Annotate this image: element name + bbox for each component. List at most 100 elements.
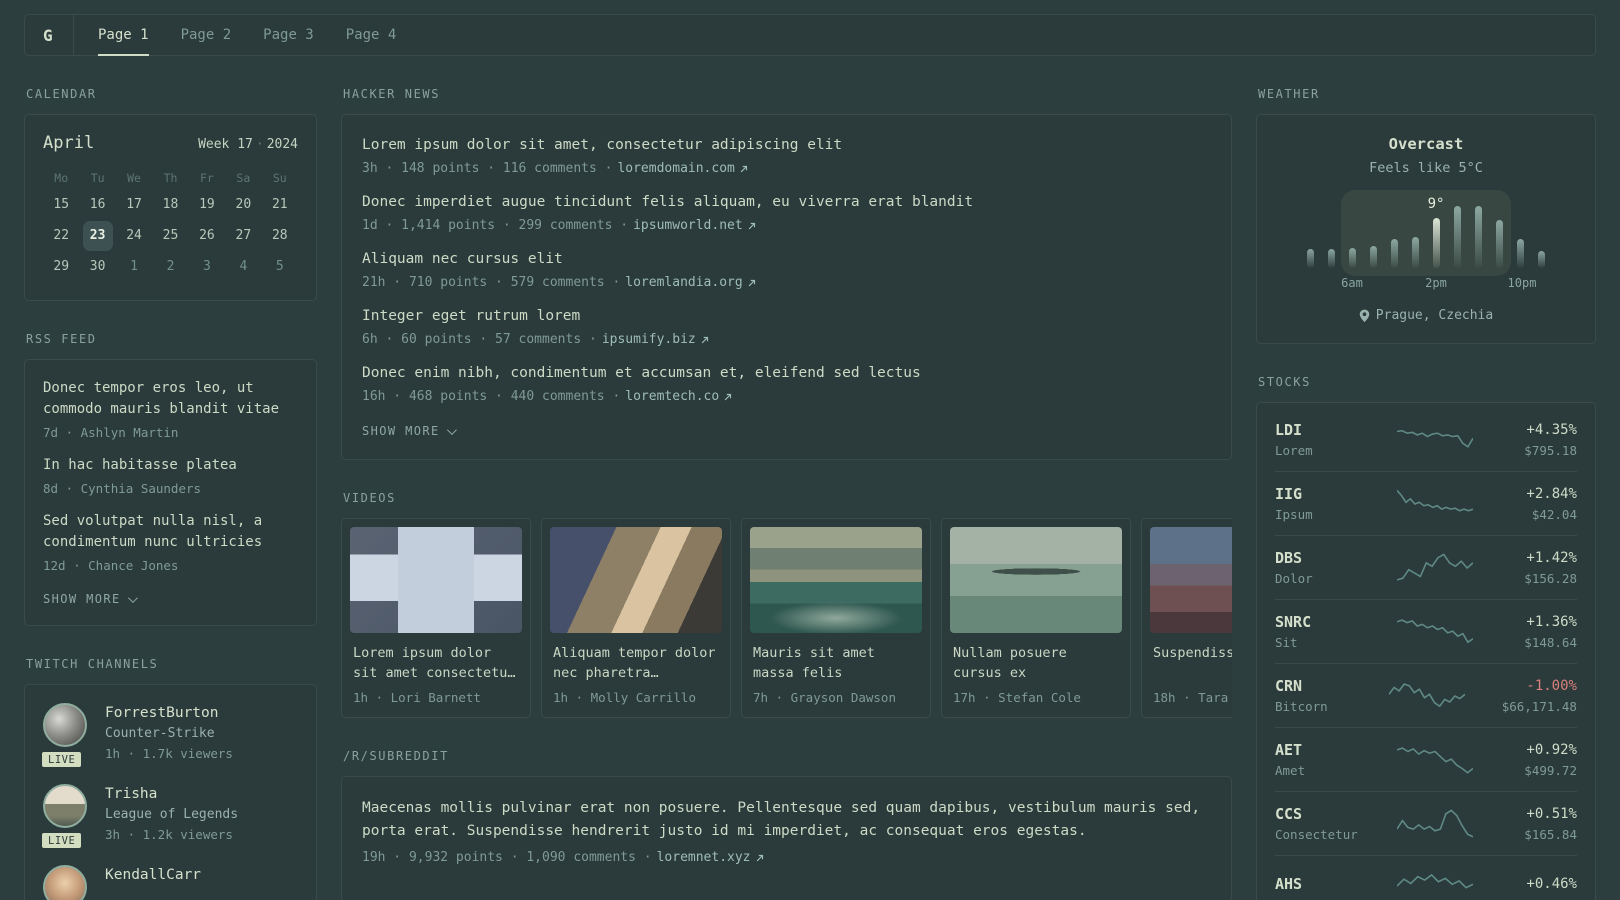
hackernews-item-link[interactable]: ipsumify.biz [602,331,710,348]
video-card[interactable]: Mauris sit amet massa felis 7h · Grayson… [741,518,931,718]
rss-show-more-button[interactable]: SHOW MORE [43,592,138,606]
calendar-day[interactable]: 1 [116,251,152,282]
video-title[interactable]: Aliquam tempor dolor nec pharetra… [553,643,719,683]
calendar-day[interactable]: 17 [116,189,152,220]
video-card[interactable]: Nullam posuere cursus ex 17h · Stefan Co… [941,518,1131,718]
calendar-day[interactable]: 25 [152,220,188,251]
calendar-day[interactable]: 30 [79,251,115,282]
hackernews-item-title[interactable]: Lorem ipsum dolor sit amet, consectetur … [362,135,1211,156]
twitch-channel-row[interactable]: KendallCarr [43,865,298,900]
twitch-channel-row[interactable]: LIVE Trisha League of Legends 3h · 1.2k … [40,784,298,850]
left-column: CALENDAR April Week 17 · 2024 Mo Tu We Th Fr Sa… [24,56,317,900]
hackernews-item-link[interactable]: loremlandia.org [625,274,756,291]
video-title[interactable]: Lorem ipsum dolor sit amet consectetu… [353,643,519,683]
video-card[interactable]: Suspendisse diam 18h · Tara [1141,518,1232,718]
stock-ticker[interactable]: CRN [1275,677,1371,695]
video-thumbnail[interactable] [950,527,1122,633]
hackernews-item-link[interactable]: loremtech.co [625,388,733,405]
weather-location-row[interactable]: Prague, Czechia [1277,308,1575,323]
nav-tab-label: Page 3 [263,27,314,43]
stock-ticker[interactable]: AET [1275,741,1371,759]
stock-change: +1.42% [1526,550,1577,566]
stock-ticker[interactable]: SNRC [1275,613,1371,631]
live-badge: LIVE [40,831,84,850]
hackernews-item-domain: ipsumworld.net [633,218,743,233]
calendar-day[interactable]: 5 [262,251,298,282]
subreddit-post-link[interactable]: loremnet.xyz [657,849,765,866]
chevron-down-icon [446,424,457,435]
calendar-weekday: Sa [236,171,251,185]
calendar-day[interactable]: 27 [225,220,261,251]
calendar-day[interactable]: 24 [116,220,152,251]
stock-name: Bitcorn [1275,699,1328,714]
video-thumbnail[interactable] [750,527,922,633]
rss-item-title[interactable]: In hac habitasse platea [43,455,298,476]
stock-ticker[interactable]: IIG [1275,485,1371,503]
external-link-icon [701,336,708,343]
stocks-section-title: STOCKS [1258,375,1311,389]
stock-change: +1.36% [1526,614,1577,630]
hackernews-show-more-button[interactable]: SHOW MORE [362,424,457,438]
temp-bar [1454,206,1461,268]
twitch-channel-info: Trisha League of Legends 3h · 1.2k viewe… [105,784,238,843]
calendar-day[interactable]: 15 [43,189,79,220]
calendar-day[interactable]: 3 [189,251,225,282]
calendar-day[interactable]: 18 [152,189,188,220]
calendar-day[interactable]: 2 [152,251,188,282]
weather-hour-label: 6am [1341,276,1363,290]
nav-tab[interactable]: Page 1 [98,15,149,56]
avatar-wrap: LIVE [40,703,89,769]
video-title[interactable]: Nullam posuere cursus ex [953,643,1119,683]
hackernews-item-link[interactable]: loremdomain.com [617,160,748,177]
nav-tab[interactable]: Page 4 [346,15,397,55]
video-thumbnail[interactable] [1150,527,1232,633]
twitch-channel-name[interactable]: Trisha [105,784,238,805]
stock-ticker[interactable]: LDI [1275,421,1371,439]
external-link-icon [724,393,732,400]
video-title[interactable]: Mauris sit amet massa felis [753,643,919,683]
weather-hour-label: 10pm [1507,276,1537,290]
video-card[interactable]: Lorem ipsum dolor sit amet consectetu… 1… [341,518,531,718]
hackernews-item-title[interactable]: Integer eget rutrum lorem [362,306,1211,327]
right-column: WEATHER Overcast Feels like 5°C 9° 6am 2… [1256,56,1596,900]
calendar-day[interactable]: 16 [79,189,115,220]
hackernews-item-title[interactable]: Aliquam nec cursus elit [362,249,1211,270]
video-title[interactable]: Suspendisse diam [1153,643,1232,683]
stock-ticker[interactable]: AHS [1275,875,1371,893]
calendar-day[interactable]: 20 [225,189,261,220]
temp-bar [1349,248,1356,268]
calendar-day[interactable]: 19 [189,189,225,220]
rss-item-title[interactable]: Sed volutpat nulla nisl, a condimentum n… [43,511,298,553]
video-thumbnail[interactable] [550,527,722,633]
video-thumbnail[interactable] [350,527,522,633]
rss-item-title[interactable]: Donec tempor eros leo, ut commodo mauris… [43,378,298,420]
calendar-day[interactable]: 29 [43,251,79,282]
calendar-weekday-row: Mo Tu We Th Fr Sa Su [43,167,298,189]
hackernews-item-title[interactable]: Donec enim nibh, condimentum et accumsan… [362,363,1211,384]
video-card[interactable]: Aliquam tempor dolor nec pharetra… 1h · … [541,518,731,718]
nav-tab[interactable]: Page 2 [181,15,232,55]
hackernews-item-title[interactable]: Donec imperdiet augue tincidunt felis al… [362,192,1211,213]
calendar-day[interactable]: 4 [225,251,261,282]
stock-ticker[interactable]: CCS [1275,805,1371,823]
nav-tab[interactable]: Page 3 [263,15,314,55]
hackernews-widget: Lorem ipsum dolor sit amet, consectetur … [341,114,1232,460]
hackernews-section-title: HACKER NEWS [343,87,441,101]
calendar-day[interactable]: 28 [262,220,298,251]
twitch-channel-row[interactable]: LIVE ForrestBurton Counter-Strike 1h · 1… [40,703,298,769]
calendar-day[interactable]: 21 [262,189,298,220]
twitch-channel-meta: 1h · 1.7k viewers [105,746,233,761]
calendar-day[interactable]: 26 [189,220,225,251]
calendar-day[interactable]: 23 [79,220,115,251]
subreddit-post-title[interactable]: Maecenas mollis pulvinar erat non posuer… [362,797,1211,843]
twitch-channel-meta: 3h · 1.2k viewers [105,827,233,842]
calendar-day[interactable]: 22 [43,220,79,251]
twitch-channel-name[interactable]: ForrestBurton [105,703,233,724]
twitch-widget: LIVE ForrestBurton Counter-Strike 1h · 1… [24,684,317,900]
stock-price: $795.18 [1524,443,1577,458]
hackernews-item-link[interactable]: ipsumworld.net [633,217,757,234]
twitch-channel-name[interactable]: KendallCarr [105,865,201,886]
app-logo[interactable]: G [43,26,73,45]
stock-ticker[interactable]: DBS [1275,549,1371,567]
weather-peak-temp: 9° [1427,196,1445,212]
